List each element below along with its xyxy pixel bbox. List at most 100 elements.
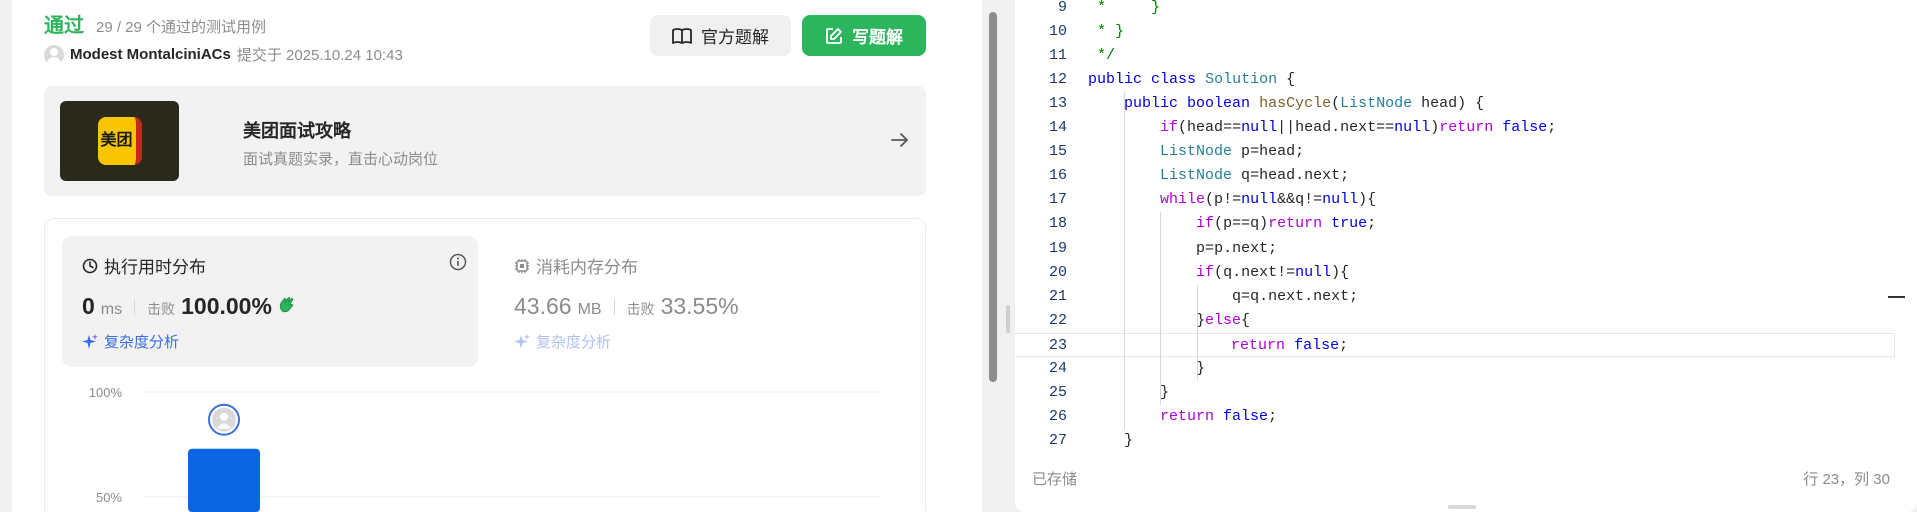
code-editor[interactable]: 9 * } 10 * } 11 */12 public class Solution … [1015, 0, 1917, 449]
bottom-resize-handle[interactable] [1448, 505, 1476, 509]
official-solution-button[interactable]: 官方题解 [650, 15, 791, 56]
memory-title-label: 消耗内存分布 [536, 258, 638, 277]
sparkle-icon [514, 333, 530, 349]
code-line[interactable]: 20 if(q.next!=null){ [1015, 261, 1895, 285]
overview-ruler-marker [1888, 296, 1905, 298]
code-text[interactable]: while(p!=null&&q!=null){ [1088, 188, 1376, 212]
code-line[interactable]: 23 return false; [1015, 332, 1895, 358]
scrollbar-thumb[interactable] [989, 12, 997, 382]
promo-banner[interactable]: 美团 美团面试攻略 面试真题实录，直击心动岗位 [44, 86, 926, 196]
code-line[interactable]: 22 }else{ [1015, 309, 1895, 333]
code-line[interactable]: 11 */ [1015, 44, 1895, 68]
code-line[interactable]: 18 if(p==q)return true; [1015, 212, 1895, 236]
code-line[interactable]: 14 if(head==null||head.next==null)return… [1015, 116, 1895, 140]
runtime-distribution-chart: 100% 50% [89, 385, 880, 512]
code-line[interactable]: 17 while(p!=null&&q!=null){ [1015, 188, 1895, 212]
clap-icon [279, 297, 294, 313]
code-line[interactable]: 15 ListNode p=head; [1015, 140, 1895, 164]
code-text[interactable]: */ [1088, 44, 1115, 68]
chip-icon [515, 258, 529, 273]
line-number: 15 [1048, 143, 1067, 161]
code-text[interactable]: }else{ [1088, 309, 1250, 333]
submission-author: Modest MontalciniACs 提交于 2025.10.24 10:4… [44, 44, 403, 65]
line-number: 12 [1048, 71, 1067, 89]
code-line[interactable]: 13 public boolean hasCycle(ListNode head… [1015, 92, 1895, 116]
code-text[interactable]: if(q.next!=null){ [1088, 261, 1349, 285]
code-line[interactable]: 19 p=p.next; [1015, 237, 1895, 261]
y-tick-label: 100% [89, 385, 123, 400]
result-status: 通过 [44, 15, 84, 37]
runtime-metric: 0 ms 击败 100.00% [82, 293, 296, 320]
line-number: 9 [1057, 0, 1067, 16]
left-scrollbar[interactable] [988, 0, 998, 512]
divider [613, 298, 615, 315]
clock-icon [82, 258, 98, 273]
line-number: 17 [1048, 191, 1067, 209]
code-text[interactable]: public boolean hasCycle(ListNode head) { [1088, 92, 1484, 116]
line-number: 11 [1048, 47, 1067, 65]
code-text[interactable]: if(p==q)return true; [1088, 212, 1376, 236]
distribution-bar [188, 448, 260, 512]
memory-complexity-link[interactable]: 复杂度分析 [514, 331, 611, 352]
line-number: 16 [1048, 167, 1067, 185]
editor-status-bar: 已存储 行 23，列 30 [1015, 464, 1917, 494]
panel-resize-handle[interactable] [1006, 305, 1010, 333]
memory-value: 43.66 [514, 293, 572, 319]
runtime-title[interactable]: 执行用时分布 [82, 253, 206, 278]
code-line[interactable]: 24 } [1015, 357, 1895, 381]
code-text[interactable]: } [1088, 381, 1169, 405]
code-text[interactable]: return false; [1088, 405, 1277, 429]
line-number: 22 [1048, 311, 1067, 329]
code-line[interactable]: 21 q=q.next.next; [1015, 285, 1895, 309]
cursor-position[interactable]: 行 23，列 30 [1803, 468, 1890, 489]
write-solution-label: 写题解 [852, 28, 903, 47]
author-name[interactable]: Modest MontalciniACs [70, 46, 231, 63]
code-text[interactable]: } [1088, 357, 1205, 381]
runtime-value: 0 [82, 293, 95, 319]
line-number: 23 [1048, 336, 1067, 354]
line-number: 18 [1048, 215, 1067, 233]
memory-beat-value: 33.55% [660, 293, 739, 319]
book-icon [672, 27, 692, 44]
runtime-complexity-link[interactable]: 复杂度分析 [82, 331, 179, 352]
info-icon[interactable] [449, 253, 467, 271]
code-text[interactable]: public class Solution { [1088, 68, 1295, 92]
code-text[interactable]: ListNode p=head; [1088, 140, 1304, 164]
code-text[interactable]: p=p.next; [1088, 237, 1277, 261]
code-line[interactable]: 16 ListNode q=head.next; [1015, 164, 1895, 188]
code-text[interactable]: ListNode q=head.next; [1088, 164, 1349, 188]
code-text[interactable]: * } [1088, 0, 1160, 20]
code-line[interactable]: 27 } [1015, 429, 1895, 453]
promo-title: 美团面试攻略 [243, 121, 351, 141]
code-text[interactable]: * } [1088, 20, 1124, 44]
code-text[interactable]: } [1088, 429, 1133, 453]
runtime-complexity-label: 复杂度分析 [104, 334, 180, 351]
logo-text: 美团 [97, 117, 142, 165]
result-header: 通过 29 / 29 个通过的测试用例 [44, 9, 266, 38]
line-number: 25 [1048, 383, 1067, 401]
runtime-beat-value: 100.00% [181, 293, 272, 319]
memory-complexity-label: 复杂度分析 [536, 334, 612, 351]
official-solution-label: 官方题解 [701, 28, 769, 47]
test-case-count: 29 / 29 个通过的测试用例 [96, 19, 267, 36]
code-line[interactable]: 10 * } [1015, 20, 1895, 44]
edit-icon [826, 27, 842, 44]
code-line[interactable]: 9 * } [1015, 0, 1895, 20]
write-solution-button[interactable]: 写题解 [802, 15, 926, 56]
code-text[interactable]: return false; [1087, 334, 1348, 358]
arrow-right-icon [891, 133, 908, 147]
line-number: 27 [1048, 431, 1067, 449]
code-line[interactable]: 12 public class Solution { [1015, 68, 1895, 92]
memory-title[interactable]: 消耗内存分布 [514, 253, 638, 278]
memory-unit: MB [577, 301, 602, 318]
indent-guide [1124, 92, 1126, 429]
code-line[interactable]: 26 return false; [1015, 405, 1895, 429]
code-line[interactable]: 25 } [1015, 381, 1895, 405]
line-number: 20 [1048, 263, 1067, 281]
line-number: 14 [1048, 119, 1067, 137]
runtime-title-label: 执行用时分布 [104, 258, 206, 277]
code-text[interactable]: if(head==null||head.next==null)return fa… [1088, 116, 1556, 140]
code-text[interactable]: q=q.next.next; [1088, 285, 1358, 309]
divider [134, 298, 136, 315]
avatar[interactable] [44, 44, 64, 65]
